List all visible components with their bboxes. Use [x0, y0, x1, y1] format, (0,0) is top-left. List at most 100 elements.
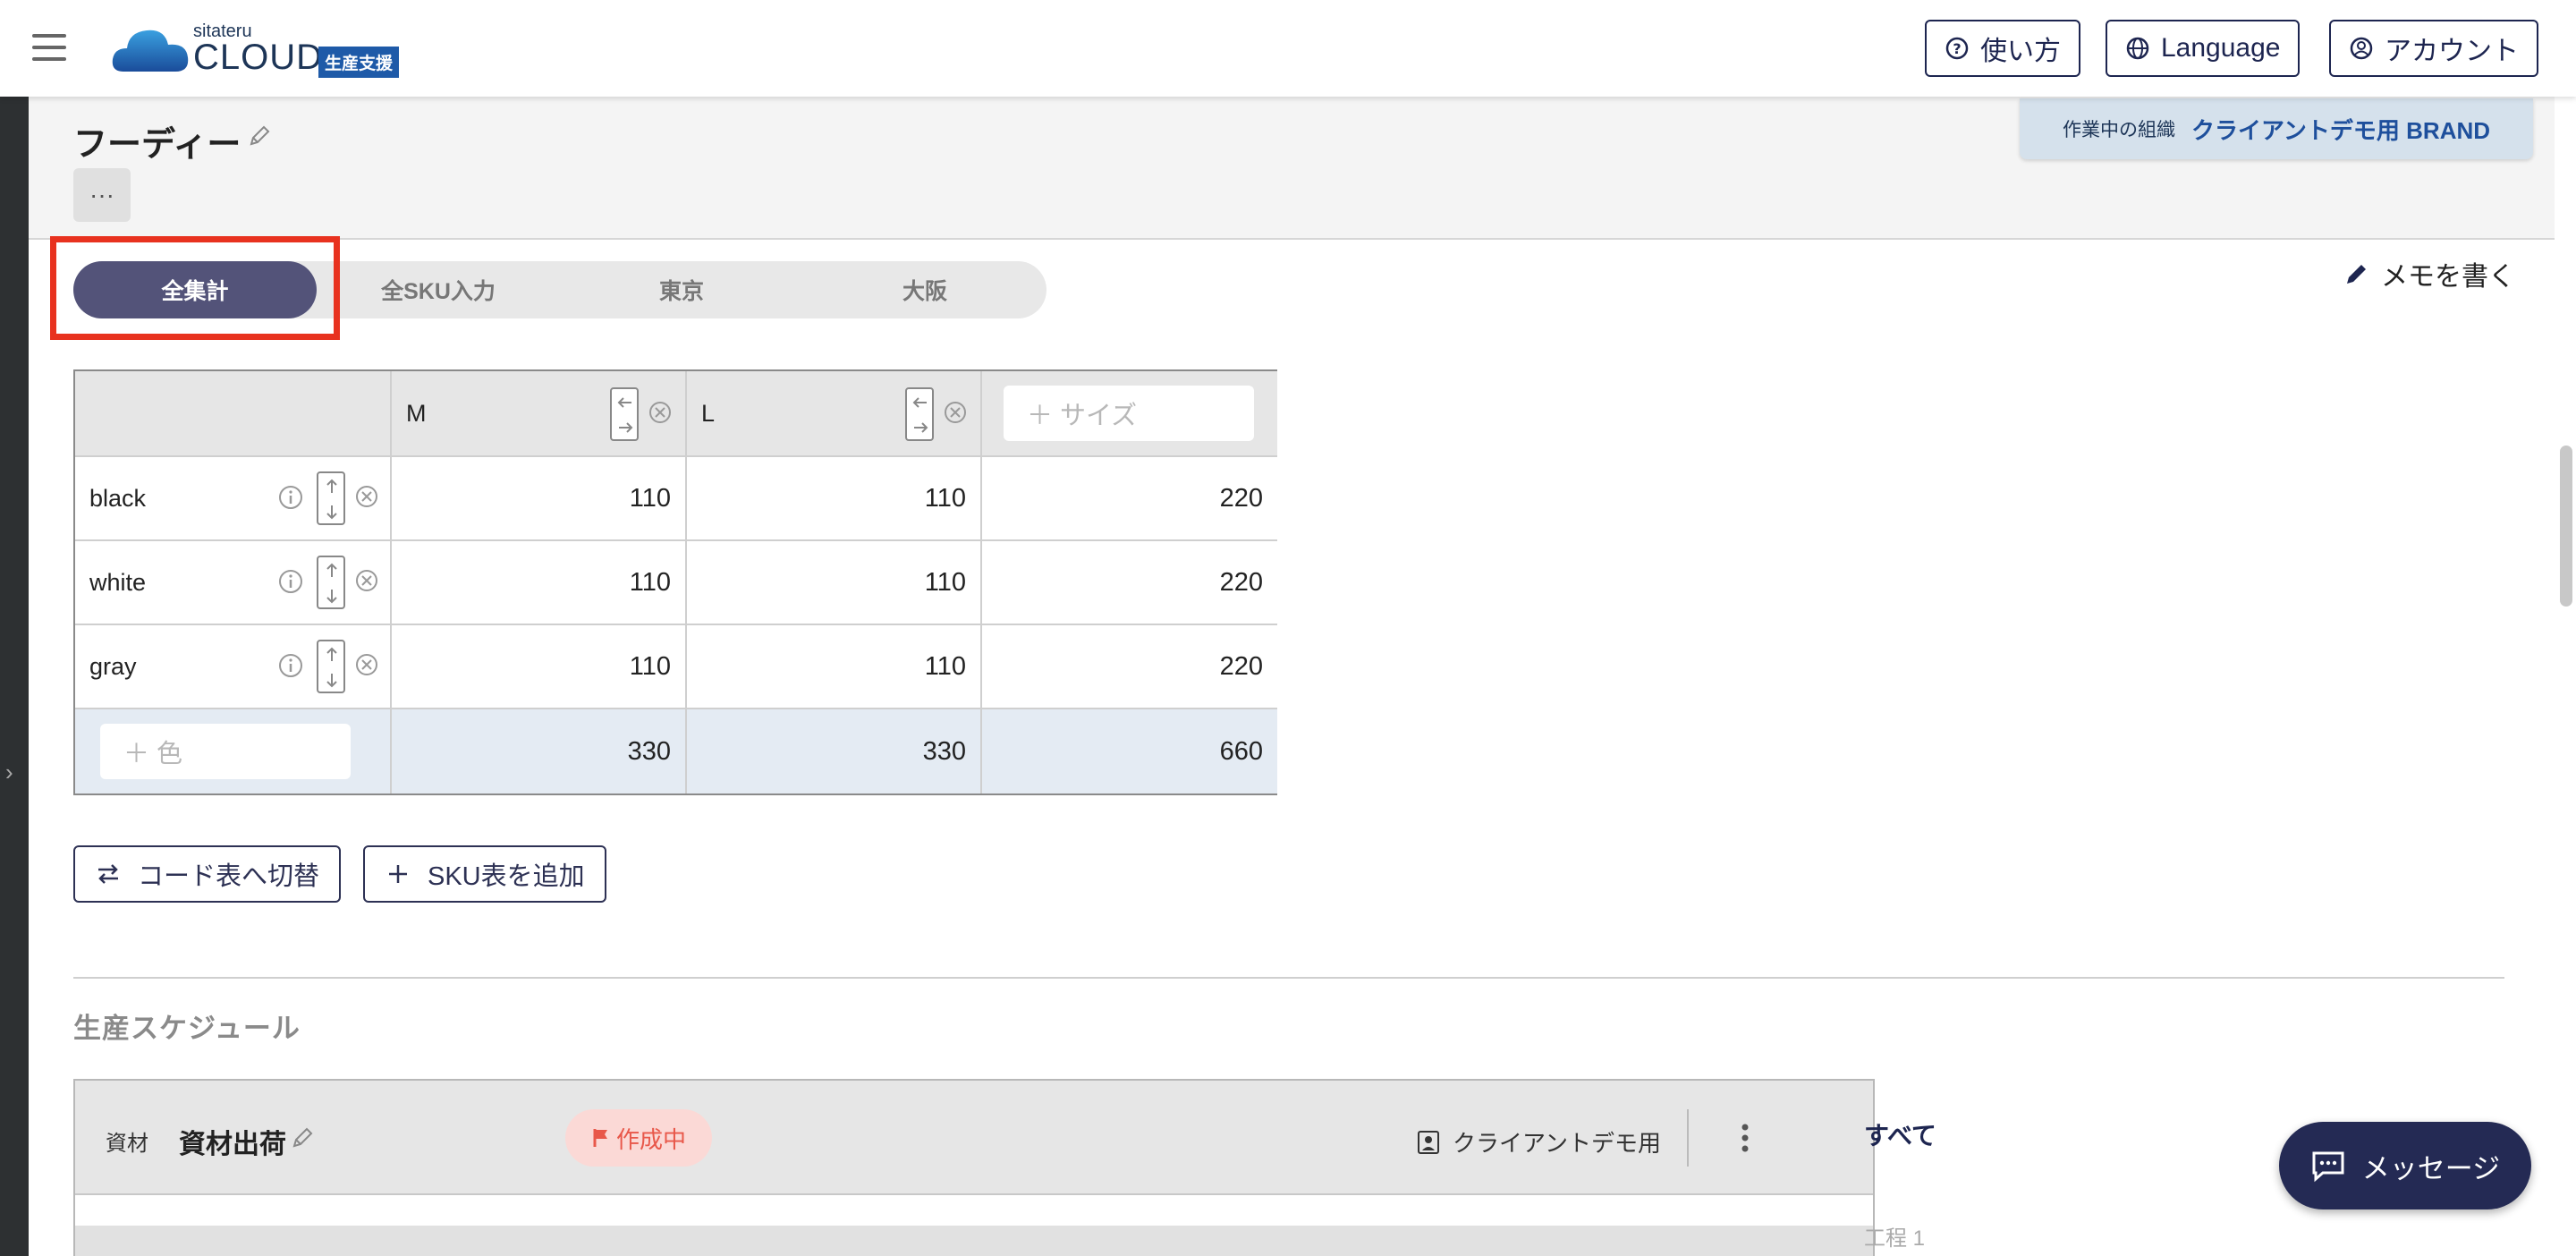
size-label: M: [406, 399, 427, 427]
reorder-color-control[interactable]: [317, 640, 345, 693]
quantity-cell[interactable]: 110: [392, 541, 687, 625]
reorder-color-control[interactable]: [317, 556, 345, 609]
tab-tokyo[interactable]: 東京: [560, 261, 803, 318]
person-badge-icon: [1418, 1130, 1439, 1154]
switch-code-table-button[interactable]: コード表へ切替: [73, 845, 342, 903]
more-button[interactable]: ···: [73, 168, 131, 222]
schedule-section-title: 生産スケジュール: [73, 1013, 301, 1044]
remove-circle-icon[interactable]: [648, 400, 673, 425]
arrow-up-icon[interactable]: [322, 561, 342, 581]
menu-icon[interactable]: [32, 34, 66, 61]
quantity-cell[interactable]: 110: [687, 541, 982, 625]
info-icon[interactable]: [277, 568, 304, 595]
write-memo-button[interactable]: メモを書く: [2343, 254, 2515, 293]
row-total-cell: 220: [982, 625, 1277, 709]
sku-table: M L ＋ サイズ black 110 110 220 white 110 11…: [73, 369, 1277, 795]
color-label: black: [89, 484, 147, 512]
reorder-size-control[interactable]: [905, 387, 934, 441]
scrollbar[interactable]: [2555, 97, 2576, 1256]
message-button[interactable]: メッセージ: [2279, 1122, 2531, 1209]
logo-badge: 生産支援: [318, 47, 400, 78]
quantity-cell[interactable]: 110: [392, 457, 687, 541]
arrow-right-icon[interactable]: [911, 418, 930, 437]
arrow-left-icon[interactable]: [911, 393, 930, 412]
reorder-size-control[interactable]: [610, 387, 639, 441]
assignee[interactable]: クライアントデモ用: [1415, 1125, 1661, 1158]
quantity-cell[interactable]: 110: [687, 457, 982, 541]
tab-all-sku[interactable]: 全SKU入力: [317, 261, 560, 318]
add-size-input[interactable]: ＋ サイズ: [1004, 386, 1254, 441]
color-cell-gray: gray: [75, 625, 392, 709]
language-button[interactable]: Language: [2106, 20, 2301, 77]
status-badge: 作成中: [565, 1109, 712, 1167]
message-label: メッセージ: [2361, 1152, 2501, 1184]
arrow-down-icon[interactable]: [322, 670, 342, 690]
row-total-cell: 220: [982, 541, 1277, 625]
question-circle-icon: ?: [1945, 37, 1969, 60]
add-sku-table-button[interactable]: SKU表を追加: [363, 845, 606, 903]
schedule-name: 資材出荷: [179, 1130, 286, 1159]
chat-bubble-icon: [2312, 1151, 2344, 1183]
account-button[interactable]: アカウント: [2329, 20, 2538, 77]
plus-icon: [389, 865, 407, 883]
arrow-right-icon[interactable]: [615, 418, 635, 437]
info-icon[interactable]: [277, 484, 304, 511]
org-label: 作業中の組織: [2062, 120, 2175, 140]
row-total-cell: 220: [982, 457, 1277, 541]
remove-circle-icon[interactable]: [943, 400, 968, 425]
app-header: sitateru CLOUD 生産支援 ? 使い方 Language アカウント: [0, 0, 2576, 97]
pencil-icon[interactable]: [290, 1125, 315, 1150]
info-icon[interactable]: [277, 652, 304, 679]
schedule-timeline-bar: [75, 1226, 1873, 1256]
add-color-input[interactable]: ＋ 色: [100, 724, 351, 779]
arrow-down-icon[interactable]: [322, 502, 342, 522]
schedule-type: 資材: [106, 1132, 148, 1156]
add-color-cell: ＋ 色: [75, 709, 392, 793]
color-label: white: [89, 568, 147, 596]
arrow-up-icon[interactable]: [322, 477, 342, 496]
arrow-down-icon[interactable]: [322, 586, 342, 606]
step-label: 工程 1: [1864, 1226, 1926, 1251]
scrollbar-thumb[interactable]: [2560, 446, 2572, 607]
assignee-label: クライアントデモ用: [1453, 1130, 1661, 1157]
add-sku-label: SKU表を追加: [428, 862, 585, 891]
separator: [1687, 1109, 1689, 1167]
tab-osaka[interactable]: 大阪: [803, 261, 1046, 318]
size-header-m: M: [392, 371, 687, 457]
user-circle-icon: [2350, 37, 2373, 60]
help-button[interactable]: ? 使い方: [1925, 20, 2080, 77]
color-cell-white: white: [75, 541, 392, 625]
pencil-icon[interactable]: [247, 123, 272, 149]
logo[interactable]: sitateru CLOUD 生産支援: [111, 20, 415, 78]
swap-arrows-icon: [98, 864, 118, 884]
chevron-right-icon[interactable]: ›: [5, 759, 13, 786]
sidebar-rail[interactable]: ›: [0, 97, 29, 1256]
org-badge: 作業中の組織 クライアントデモ用 BRAND: [2020, 98, 2533, 159]
globe-icon: [2126, 37, 2149, 60]
color-cell-black: black: [75, 457, 392, 541]
flag-icon: [593, 1129, 607, 1147]
filter-all[interactable]: すべて: [1864, 1116, 1936, 1152]
language-label: Language: [2161, 33, 2281, 63]
memo-label: メモを書く: [2381, 262, 2515, 292]
remove-circle-icon[interactable]: [354, 484, 379, 509]
quantity-cell[interactable]: 110: [392, 625, 687, 709]
schedule-card-header: 資材 資材出荷 作成中 クライアントデモ用: [75, 1081, 1873, 1195]
table-corner: [75, 371, 392, 457]
reorder-color-control[interactable]: [317, 471, 345, 525]
svg-text:?: ?: [1953, 40, 1961, 57]
grand-total-cell: 660: [982, 709, 1277, 793]
arrow-up-icon[interactable]: [322, 645, 342, 665]
size-header-l: L: [687, 371, 982, 457]
remove-circle-icon[interactable]: [354, 652, 379, 677]
pencil-icon: [2347, 265, 2366, 284]
arrow-left-icon[interactable]: [615, 393, 635, 412]
remove-circle-icon[interactable]: [354, 568, 379, 593]
add-size-cell: ＋ サイズ: [982, 371, 1277, 457]
quantity-cell[interactable]: 110: [687, 625, 982, 709]
kebab-menu-icon[interactable]: [1732, 1120, 1758, 1156]
org-name: クライアントデモ用 BRAND: [2190, 116, 2491, 144]
schedule-card: 資材 資材出荷 作成中 クライアントデモ用: [73, 1079, 1875, 1256]
logo-cloud-text: CLOUD: [193, 38, 324, 77]
switch-code-label: コード表へ切替: [138, 862, 320, 891]
